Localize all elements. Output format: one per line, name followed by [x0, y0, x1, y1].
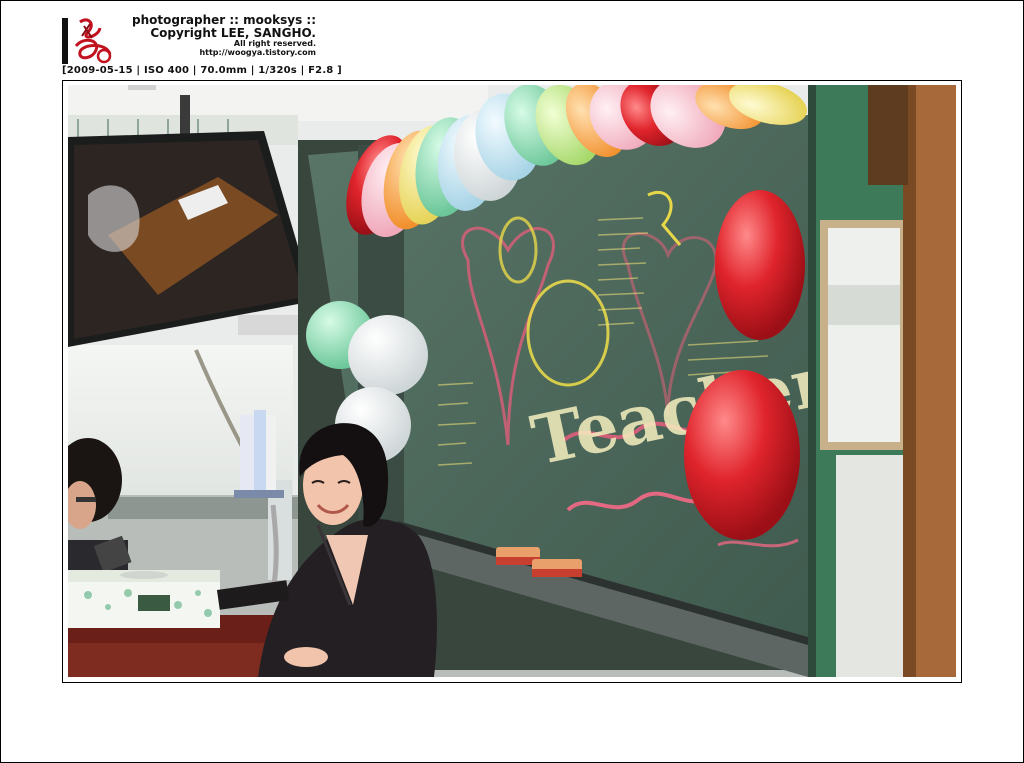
watermark-copyright: Copyright LEE, SANGHO. [150, 25, 316, 40]
watermark-url: http://woogya.tistory.com [199, 47, 316, 57]
photo-frame: Teachers [62, 80, 962, 683]
exif-info: [2009-05-15 | ISO 400 | 70.0mm | 1/320s … [62, 65, 342, 76]
watermark-text: photographer :: mooksys :: Copyright LEE… [90, 14, 316, 57]
watermark-photographer: photographer :: mooksys :: [132, 13, 316, 27]
photographer-watermark: photographer :: mooksys :: Copyright LEE… [62, 14, 322, 66]
watermark-bar [62, 18, 68, 64]
photo-illustration: Teachers [68, 85, 956, 677]
classroom-photo: Teachers [68, 85, 956, 677]
